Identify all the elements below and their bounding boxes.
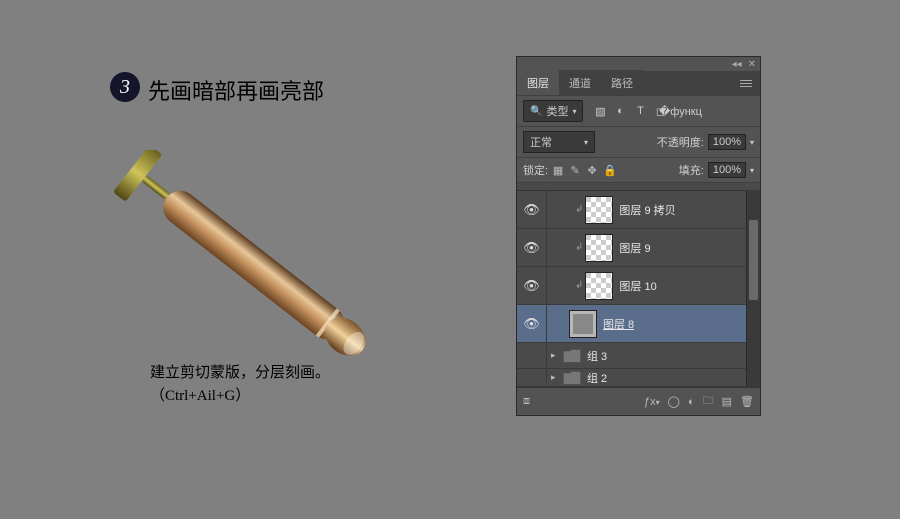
panel-tabs: 图层 通道 路径 <box>517 71 760 95</box>
layer-row[interactable]: 👁 ↳ 图层 9 拷贝 <box>517 191 760 229</box>
tab-channels[interactable]: 通道 <box>559 70 601 95</box>
fill-chevron-icon[interactable]: ▾ <box>750 166 754 175</box>
layer-mask-icon[interactable]: ◯ <box>668 395 680 408</box>
tab-layers[interactable]: 图层 <box>517 70 559 95</box>
lock-fill-row: 锁定: ▦ ✎ ✥ 🔒 填充: 100% ▾ <box>517 157 760 182</box>
visibility-toggle[interactable]: 👁 <box>517 229 547 266</box>
fill-label: 填充: <box>679 162 704 178</box>
step-number-badge: 3 <box>110 72 140 102</box>
layer-name[interactable]: 图层 9 拷贝 <box>619 202 675 218</box>
clip-mask-icon: ↳ <box>575 280 583 291</box>
opacity-chevron-icon[interactable]: ▾ <box>750 138 754 147</box>
chevron-down-icon: ▾ <box>584 138 588 147</box>
scrollbar-thumb[interactable] <box>749 220 758 300</box>
layer-list: 👁 ↳ 图层 9 拷贝 👁 ↳ 图层 9 👁 ↳ 图层 10 <box>517 190 760 387</box>
clip-mask-icon: ↳ <box>575 242 583 253</box>
lock-position-icon[interactable]: ✥ <box>586 164 598 177</box>
clip-mask-icon: ↳ <box>575 204 583 215</box>
filter-image-icon[interactable]: ▧ <box>593 104 607 118</box>
lock-brush-icon[interactable]: ✎ <box>569 164 581 177</box>
layer-group-row[interactable]: ▸ 组 2 <box>517 369 760 387</box>
caption-line1: 建立剪切蒙版，分层刻画。 <box>150 362 330 385</box>
new-group-icon[interactable]: 🗀 <box>703 392 714 411</box>
filter-type-select[interactable]: 类型 ▾ <box>523 100 583 122</box>
visibility-toggle[interactable]: 👁 <box>517 191 547 228</box>
lock-all-icon[interactable]: 🔒 <box>603 164 615 177</box>
layer-row[interactable]: 👁 ↳ 图层 10 <box>517 267 760 305</box>
lock-label: 锁定: <box>523 162 548 178</box>
layer-filter-row: 类型 ▾ ▧ ◐ T ◻ �функц <box>517 95 760 126</box>
layer-name[interactable]: 图层 10 <box>619 278 656 294</box>
layer-name[interactable]: 组 2 <box>587 370 607 386</box>
layer-name[interactable]: 组 3 <box>587 348 607 364</box>
panel-topbar: ◂◂ ✕ <box>517 57 760 71</box>
filter-adjust-icon[interactable]: ◐ <box>613 104 627 118</box>
chevron-down-icon: ▾ <box>572 107 576 116</box>
opacity-label: 不透明度: <box>657 134 704 150</box>
panel-footer: ⧈ ƒx▾ ◯ ◐ 🗀 ▤ 🗑 <box>517 387 760 415</box>
tab-paths[interactable]: 路径 <box>601 70 643 95</box>
expand-icon[interactable]: ▸ <box>551 372 561 383</box>
visibility-toggle[interactable] <box>517 369 547 386</box>
blend-mode-value: 正常 <box>530 134 552 150</box>
layer-name[interactable]: 图层 8 <box>603 316 634 332</box>
fill-adjust-icon[interactable]: ◐ <box>688 396 695 408</box>
layer-row-selected[interactable]: 👁 图层 8 <box>517 305 760 343</box>
blend-mode-select[interactable]: 正常 ▾ <box>523 131 595 153</box>
visibility-toggle[interactable]: 👁 <box>517 267 547 304</box>
lock-pixels-icon[interactable]: ▦ <box>552 164 564 177</box>
opacity-input[interactable]: 100% <box>708 134 746 150</box>
layers-panel: ◂◂ ✕ 图层 通道 路径 类型 ▾ ▧ ◐ T ◻ �функц 正常 ▾ 不… <box>516 56 761 416</box>
visibility-toggle[interactable]: 👁 <box>517 305 547 342</box>
fill-input[interactable]: 100% <box>708 162 746 178</box>
folder-icon <box>563 349 581 363</box>
folder-icon <box>563 371 581 385</box>
layer-thumbnail[interactable] <box>585 272 613 300</box>
fx-icon[interactable]: ƒx▾ <box>644 396 660 408</box>
filter-smart-icon[interactable]: �функц <box>673 104 687 118</box>
layer-thumbnail[interactable] <box>585 234 613 262</box>
caption-line2: （Ctrl+Ail+G） <box>150 385 330 408</box>
layers-scrollbar[interactable] <box>746 190 760 387</box>
panel-menu-icon[interactable] <box>732 71 760 95</box>
trash-icon[interactable]: 🗑 <box>740 395 754 408</box>
layer-row[interactable]: 👁 ↳ 图层 9 <box>517 229 760 267</box>
visibility-toggle[interactable] <box>517 343 547 368</box>
filter-type-icon[interactable]: T <box>633 104 647 118</box>
illustration-beauty-bar <box>105 150 435 390</box>
new-layer-icon[interactable]: ▤ <box>722 395 732 408</box>
layer-thumbnail[interactable] <box>569 310 597 338</box>
layer-name[interactable]: 图层 9 <box>619 240 650 256</box>
collapse-icon[interactable]: ◂◂ <box>732 59 742 70</box>
link-layers-icon[interactable]: ⧈ <box>523 395 530 408</box>
caption: 建立剪切蒙版，分层刻画。 （Ctrl+Ail+G） <box>150 362 330 407</box>
blend-opacity-row: 正常 ▾ 不透明度: 100% ▾ <box>517 126 760 157</box>
step-title: 先画暗部再画亮部 <box>148 74 324 106</box>
layer-thumbnail[interactable] <box>585 196 613 224</box>
layer-group-row[interactable]: ▸ 组 3 <box>517 343 760 369</box>
filter-type-label: 类型 <box>546 103 568 119</box>
close-panel-icon[interactable]: ✕ <box>748 59 756 70</box>
expand-icon[interactable]: ▸ <box>551 350 561 361</box>
